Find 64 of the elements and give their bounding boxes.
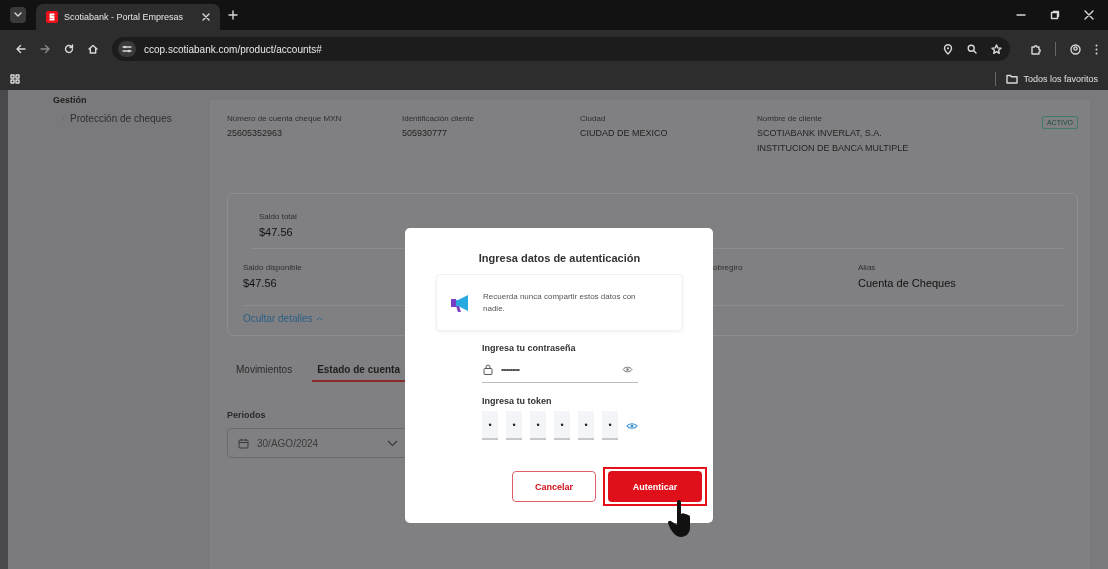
tab[interactable]: Movimientos	[236, 360, 293, 382]
close-icon[interactable]	[202, 13, 210, 21]
profile-icon[interactable]	[1070, 43, 1081, 55]
notice-text: Recuerda nunca compartir estos datos con nadie.	[483, 290, 637, 315]
folder-icon	[1006, 74, 1019, 84]
field-label: Identificación cliente	[402, 114, 476, 123]
browser-tab[interactable]: Scotiabank - Portal Empresas	[36, 4, 220, 30]
url-text: ccop.scotiabank.com/product/accounts#	[144, 43, 322, 55]
bookmark-folder[interactable]: Todos los favoritos	[1004, 73, 1100, 85]
field-label: Ciudad	[580, 114, 607, 123]
close-icon[interactable]	[1084, 10, 1094, 20]
field-value: INSTITUCION DE BANCA MULTIPLE	[757, 143, 910, 153]
dialog-title: Ingresa datos de autenticación	[477, 252, 642, 264]
authenticate-button[interactable]: Autenticar	[608, 471, 702, 502]
location-pin-icon[interactable]	[943, 43, 953, 55]
menu-icon[interactable]	[1095, 43, 1098, 55]
address-bar[interactable]: ccop.scotiabank.com/product/accounts#	[112, 37, 1010, 61]
cancel-button[interactable]: Cancelar	[512, 471, 596, 502]
favicon-icon	[46, 11, 58, 23]
chevron-up-icon	[316, 316, 324, 321]
token-digit-field[interactable]: •	[482, 411, 498, 440]
tab-search-button[interactable]	[10, 7, 26, 23]
sidebar-heading: Gestión	[53, 95, 88, 105]
plus-icon[interactable]	[228, 10, 238, 20]
back-arrow-icon[interactable]	[16, 44, 26, 54]
field-value: 25605352963	[227, 128, 284, 138]
field-label: obregiro	[713, 263, 744, 272]
field-label: Periodos	[227, 410, 267, 420]
field-label: Ingresa tu contraseña	[482, 343, 577, 353]
reload-icon[interactable]	[64, 44, 74, 54]
forward-arrow-icon[interactable]	[40, 44, 50, 54]
lock-icon	[483, 364, 493, 375]
token-digit-field[interactable]: •	[530, 411, 546, 440]
password-field[interactable]: ••••••••••	[482, 357, 638, 383]
sliders-icon	[122, 45, 132, 53]
apps-grid-icon[interactable]	[10, 74, 20, 84]
field-label: Ingresa tu token	[482, 396, 553, 406]
field-label: Alias	[858, 263, 877, 272]
field-label: Número de cuenta cheque MXN	[227, 114, 343, 123]
field-value: SCOTIABANK INVERLAT, S.A.	[757, 128, 883, 138]
field-value: CIUDAD DE MEXICO	[580, 128, 669, 138]
token-digit-field[interactable]: •	[602, 411, 618, 440]
field-value: $47.56	[259, 226, 294, 238]
eye-icon[interactable]	[626, 421, 638, 430]
eye-icon[interactable]	[622, 366, 633, 373]
star-icon[interactable]	[991, 43, 1002, 55]
puzzle-icon[interactable]	[1030, 43, 1041, 55]
field-label: Saldo disponible	[243, 263, 303, 272]
token-digit-field[interactable]: •	[578, 411, 594, 440]
field-value: $47.56	[243, 277, 278, 289]
site-info-button[interactable]	[118, 41, 136, 57]
field-value: Cuenta de Cheques	[858, 277, 957, 289]
field-label: Saldo total	[259, 212, 298, 221]
chevron-down-icon	[387, 439, 398, 447]
calendar-icon	[238, 437, 249, 449]
token-digit-field[interactable]: •	[506, 411, 522, 440]
chevron-down-icon	[14, 12, 22, 18]
home-icon[interactable]	[88, 44, 98, 54]
restore-icon[interactable]	[1050, 10, 1060, 20]
field-label: Nombre de cliente	[757, 114, 823, 123]
token-digit-field[interactable]: •	[554, 411, 570, 440]
field-value: 505930777	[402, 128, 449, 138]
tab-title: Scotiabank - Portal Empresas	[64, 12, 185, 22]
zoom-icon[interactable]	[967, 44, 977, 54]
